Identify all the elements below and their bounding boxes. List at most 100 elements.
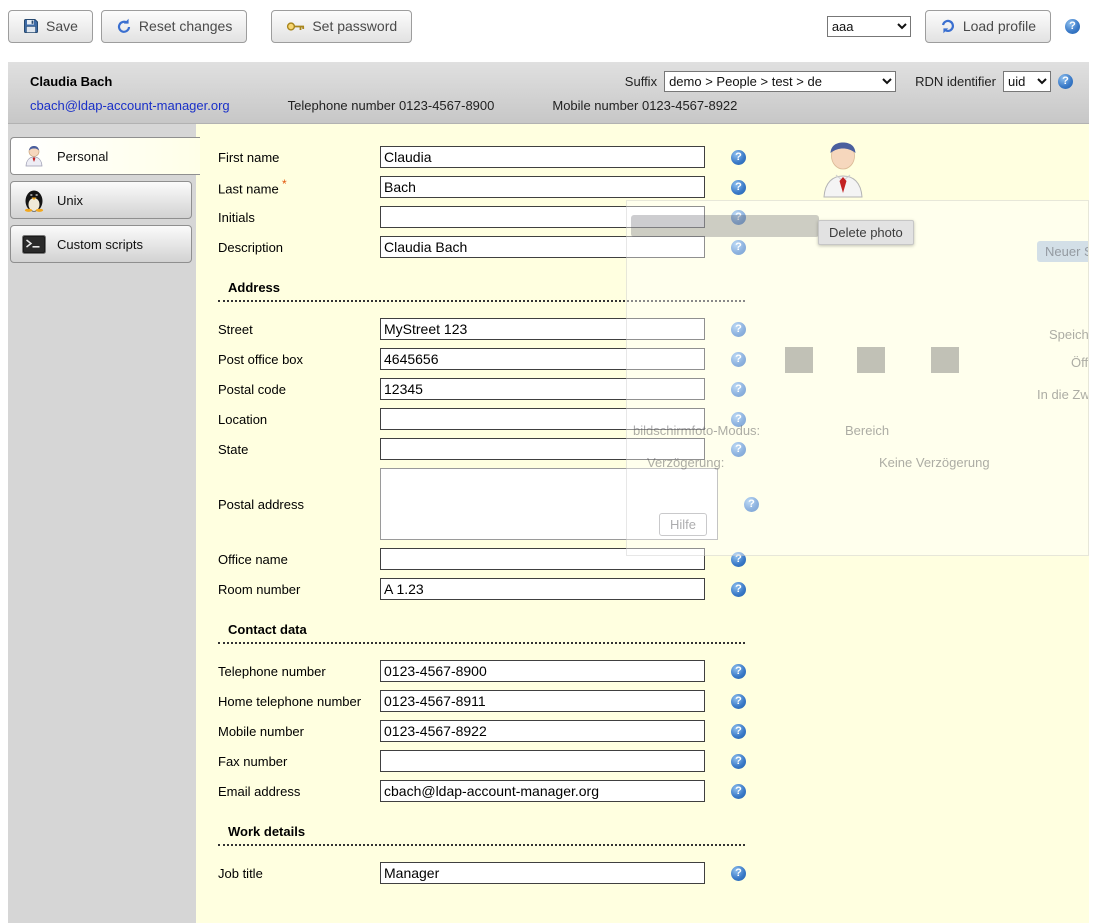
help-icon[interactable]: ? — [731, 210, 746, 225]
help-icon[interactable]: ? — [731, 442, 746, 457]
section-header-work-details: Work details — [218, 824, 745, 846]
header-telephone-text: Telephone number 0123-4567-8900 — [288, 98, 495, 113]
room-number-input[interactable] — [380, 578, 705, 600]
help-icon[interactable]: ? — [731, 694, 746, 709]
help-icon[interactable]: ? — [731, 412, 746, 427]
fax-number-input[interactable] — [380, 750, 705, 772]
field-label-mobile-number: Mobile number — [218, 724, 380, 739]
help-icon[interactable]: ? — [731, 724, 746, 739]
toolbar-right-group: aaa Load profile ? — [827, 10, 1080, 43]
field-label-job-title: Job title — [218, 866, 380, 881]
help-icon[interactable]: ? — [731, 754, 746, 769]
help-icon[interactable]: ? — [731, 664, 746, 679]
form-row-email-address: Email address? — [218, 780, 1089, 802]
form-row-telephone-number: Telephone number? — [218, 660, 1089, 682]
help-icon[interactable]: ? — [731, 150, 746, 165]
rdn-identifier-select[interactable]: uid — [1003, 71, 1051, 92]
form-row-mobile-number: Mobile number? — [218, 720, 1089, 742]
street-input[interactable] — [380, 318, 705, 340]
field-label-post-office-box: Post office box — [218, 352, 380, 367]
email-address-input[interactable] — [380, 780, 705, 802]
telephone-number-input[interactable] — [380, 660, 705, 682]
sidebar: PersonalUnixCustom scripts — [8, 124, 196, 923]
sidebar-tab-custom-scripts[interactable]: Custom scripts — [10, 225, 192, 263]
field-label-email-address: Email address — [218, 784, 380, 799]
help-icon[interactable]: ? — [731, 352, 746, 367]
home-telephone-number-input[interactable] — [380, 690, 705, 712]
person-icon — [21, 145, 47, 167]
form-row-room-number: Room number? — [218, 578, 1089, 600]
form-row-post-office-box: Post office box? — [218, 348, 1089, 370]
main-area: Personal Unix Custom scripts First name? La… — [8, 124, 1089, 923]
field-label-postal-code: Postal code — [218, 382, 380, 397]
user-photo — [820, 140, 866, 201]
field-label-office-name: Office name — [218, 552, 380, 567]
description-input[interactable] — [380, 236, 705, 258]
account-title: Claudia Bach — [30, 74, 112, 89]
mobile-number-input[interactable] — [380, 720, 705, 742]
terminal-icon — [21, 235, 47, 254]
help-icon[interactable]: ? — [1058, 74, 1073, 89]
help-icon[interactable]: ? — [731, 322, 746, 337]
rdn-identifier-label: RDN identifier — [915, 74, 996, 89]
section-header-address: Address — [218, 280, 745, 302]
suffix-label: Suffix — [625, 74, 657, 89]
save-button[interactable]: Save — [8, 10, 93, 43]
form-row-initials: Initials? — [218, 206, 1089, 228]
state-input[interactable] — [380, 438, 705, 460]
set-password-label: Set password — [312, 18, 397, 34]
job-title-input[interactable] — [380, 862, 705, 884]
help-icon[interactable]: ? — [731, 866, 746, 881]
reset-changes-label: Reset changes — [139, 18, 232, 34]
form-row-fax-number: Fax number? — [218, 750, 1089, 772]
postal-code-input[interactable] — [380, 378, 705, 400]
undo-arrow-icon — [116, 18, 132, 34]
suffix-select[interactable]: demo > People > test > de — [664, 71, 896, 92]
load-profile-label: Load profile — [963, 18, 1036, 34]
reset-changes-button[interactable]: Reset changes — [101, 10, 247, 43]
field-label-street: Street — [218, 322, 380, 337]
delete-photo-button[interactable]: Delete photo — [818, 220, 914, 245]
header-mobile-text: Mobile number 0123-4567-8922 — [552, 98, 737, 113]
form-row-postal-code: Postal code? — [218, 378, 1089, 400]
office-name-input[interactable] — [380, 548, 705, 570]
load-profile-button[interactable]: Load profile — [925, 10, 1051, 43]
save-icon — [23, 18, 39, 34]
content-area: First name?Last name *?Initials?Descript… — [196, 124, 1089, 923]
sidebar-tab-personal[interactable]: Personal — [10, 137, 200, 175]
last-name-input[interactable] — [380, 176, 705, 198]
help-icon[interactable]: ? — [731, 382, 746, 397]
field-label-telephone-number: Telephone number — [218, 664, 380, 679]
postal-address-input[interactable] — [380, 468, 718, 540]
help-icon[interactable]: ? — [731, 784, 746, 799]
account-header-row1: Claudia Bach Suffix demo > People > test… — [8, 62, 1089, 94]
form-row-office-name: Office name? — [218, 548, 1089, 570]
set-password-button[interactable]: Set password — [271, 10, 412, 43]
help-icon[interactable]: ? — [731, 180, 746, 195]
sidebar-tab-unix[interactable]: Unix — [10, 181, 192, 219]
field-label-home-telephone-number: Home telephone number — [218, 694, 380, 709]
form-row-job-title: Job title? — [218, 862, 1089, 884]
form-row-first-name: First name? — [218, 146, 1089, 168]
first-name-input[interactable] — [380, 146, 705, 168]
initials-input[interactable] — [380, 206, 705, 228]
reload-arrow-icon — [940, 18, 956, 34]
help-icon[interactable]: ? — [744, 497, 759, 512]
post-office-box-input[interactable] — [380, 348, 705, 370]
save-label: Save — [46, 18, 78, 34]
location-input[interactable] — [380, 408, 705, 430]
account-form: First name?Last name *?Initials?Descript… — [218, 146, 1089, 884]
form-row-postal-address: Postal address? — [218, 468, 1089, 540]
form-row-location: Location? — [218, 408, 1089, 430]
help-icon[interactable]: ? — [731, 582, 746, 597]
field-label-state: State — [218, 442, 380, 457]
form-row-state: State? — [218, 438, 1089, 460]
help-icon[interactable]: ? — [731, 552, 746, 567]
field-label-fax-number: Fax number — [218, 754, 380, 769]
account-header: Claudia Bach Suffix demo > People > test… — [8, 62, 1089, 124]
help-icon[interactable]: ? — [731, 240, 746, 255]
profile-select[interactable]: aaa — [827, 16, 911, 37]
field-label-last-name: Last name * — [218, 177, 380, 196]
help-icon[interactable]: ? — [1065, 19, 1080, 34]
account-email-link[interactable]: cbach@ldap-account-manager.org — [30, 98, 230, 113]
